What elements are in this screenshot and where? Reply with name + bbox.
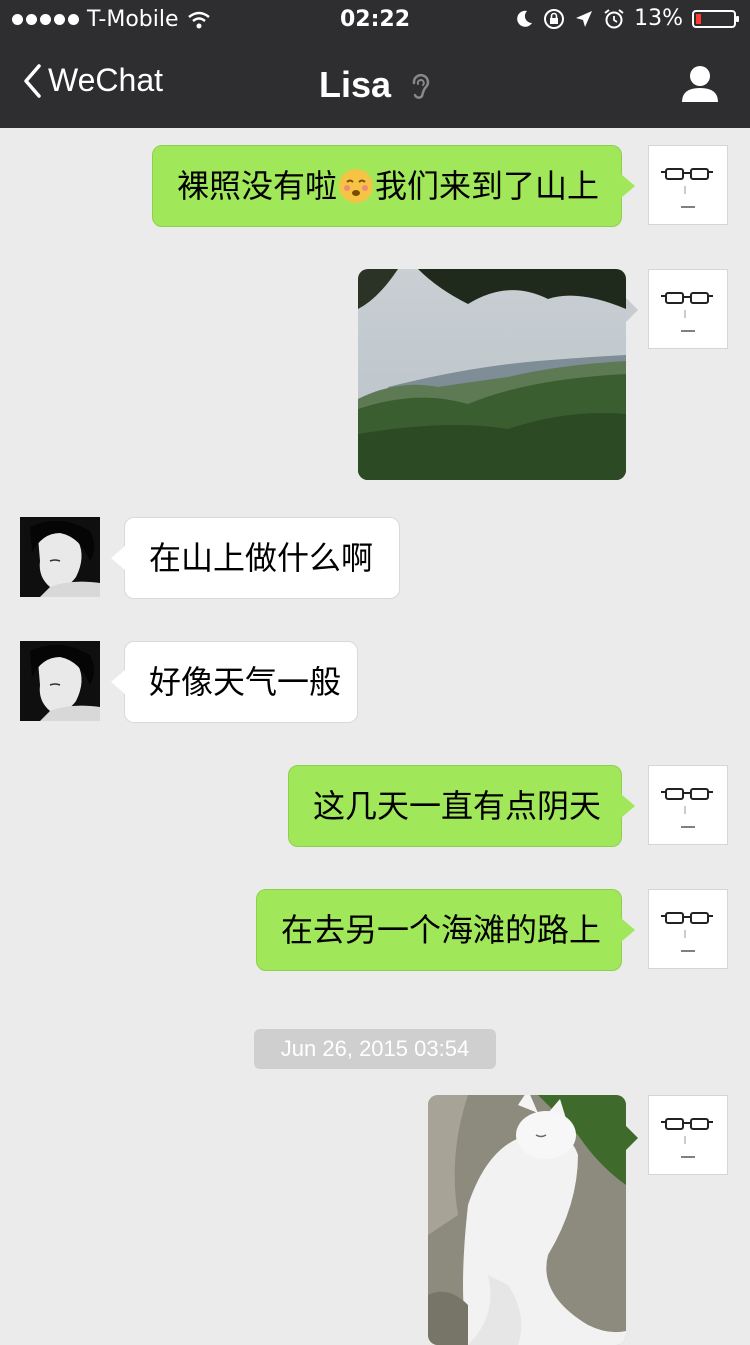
battery-icon [692, 9, 739, 28]
top-bar: T-Mobile 02:22 13% WeChat Lisa [0, 0, 750, 128]
alarm-icon [604, 8, 624, 28]
moon-icon [517, 10, 533, 27]
my-avatar[interactable] [648, 765, 728, 845]
message-text-continued: 我们来到了山上 [375, 167, 600, 205]
face-sketch-avatar [661, 1118, 713, 1158]
contact-avatar[interactable] [20, 641, 100, 721]
face-sketch-avatar [661, 788, 713, 828]
image-bubble-tail [626, 1126, 638, 1150]
status-bar: T-Mobile 02:22 13% [0, 0, 750, 40]
nav-bar: WeChat Lisa [0, 40, 750, 128]
message-bubble-outgoing[interactable]: 裸照没有啦 我们来到了山上 [152, 145, 635, 227]
message-bubble-outgoing[interactable]: 这几天一直有点阴天 [288, 765, 635, 847]
person-icon [682, 66, 718, 102]
image-message-cat[interactable] [428, 1095, 626, 1345]
image-bubble-tail [626, 298, 638, 322]
contact-profile-button[interactable] [680, 64, 720, 108]
chat-title: Lisa [0, 64, 750, 106]
my-avatar[interactable] [648, 145, 728, 225]
my-avatar[interactable] [648, 889, 728, 969]
woman-portrait-avatar [20, 517, 100, 597]
face-sketch-avatar [661, 292, 713, 332]
contact-avatar[interactable] [20, 517, 100, 597]
face-sketch-avatar [661, 912, 713, 952]
battery-level-fill [696, 13, 701, 24]
message-text: 裸照没有啦 [177, 167, 338, 205]
message-text: 在山上做什么啊 [149, 539, 374, 577]
ear-icon [412, 73, 430, 99]
message-bubble-outgoing[interactable]: 在去另一个海滩的路上 [256, 889, 635, 971]
message-timestamp: Jun 26, 2015 03:54 [254, 1029, 496, 1069]
my-avatar[interactable] [648, 269, 728, 349]
location-arrow-icon [576, 10, 593, 27]
message-text: 这几天一直有点阴天 [313, 787, 602, 825]
mountain-landscape-photo [358, 269, 626, 480]
message-text: 好像天气一般 [149, 663, 342, 701]
white-cat-photo [428, 1095, 626, 1345]
woman-portrait-avatar [20, 641, 100, 721]
battery-percent: 13% [634, 6, 683, 31]
image-message-mountain[interactable] [358, 269, 626, 480]
message-bubble-incoming[interactable]: 在山上做什么啊 [111, 517, 400, 599]
contact-name: Lisa [318, 64, 392, 105]
face-emoji-icon [339, 169, 374, 203]
message-bubble-incoming[interactable]: 好像天气一般 [111, 641, 358, 723]
face-sketch-avatar [661, 168, 713, 208]
my-avatar[interactable] [648, 1095, 728, 1175]
rotation-lock-icon [544, 8, 565, 29]
message-text: 在去另一个海滩的路上 [281, 911, 602, 949]
